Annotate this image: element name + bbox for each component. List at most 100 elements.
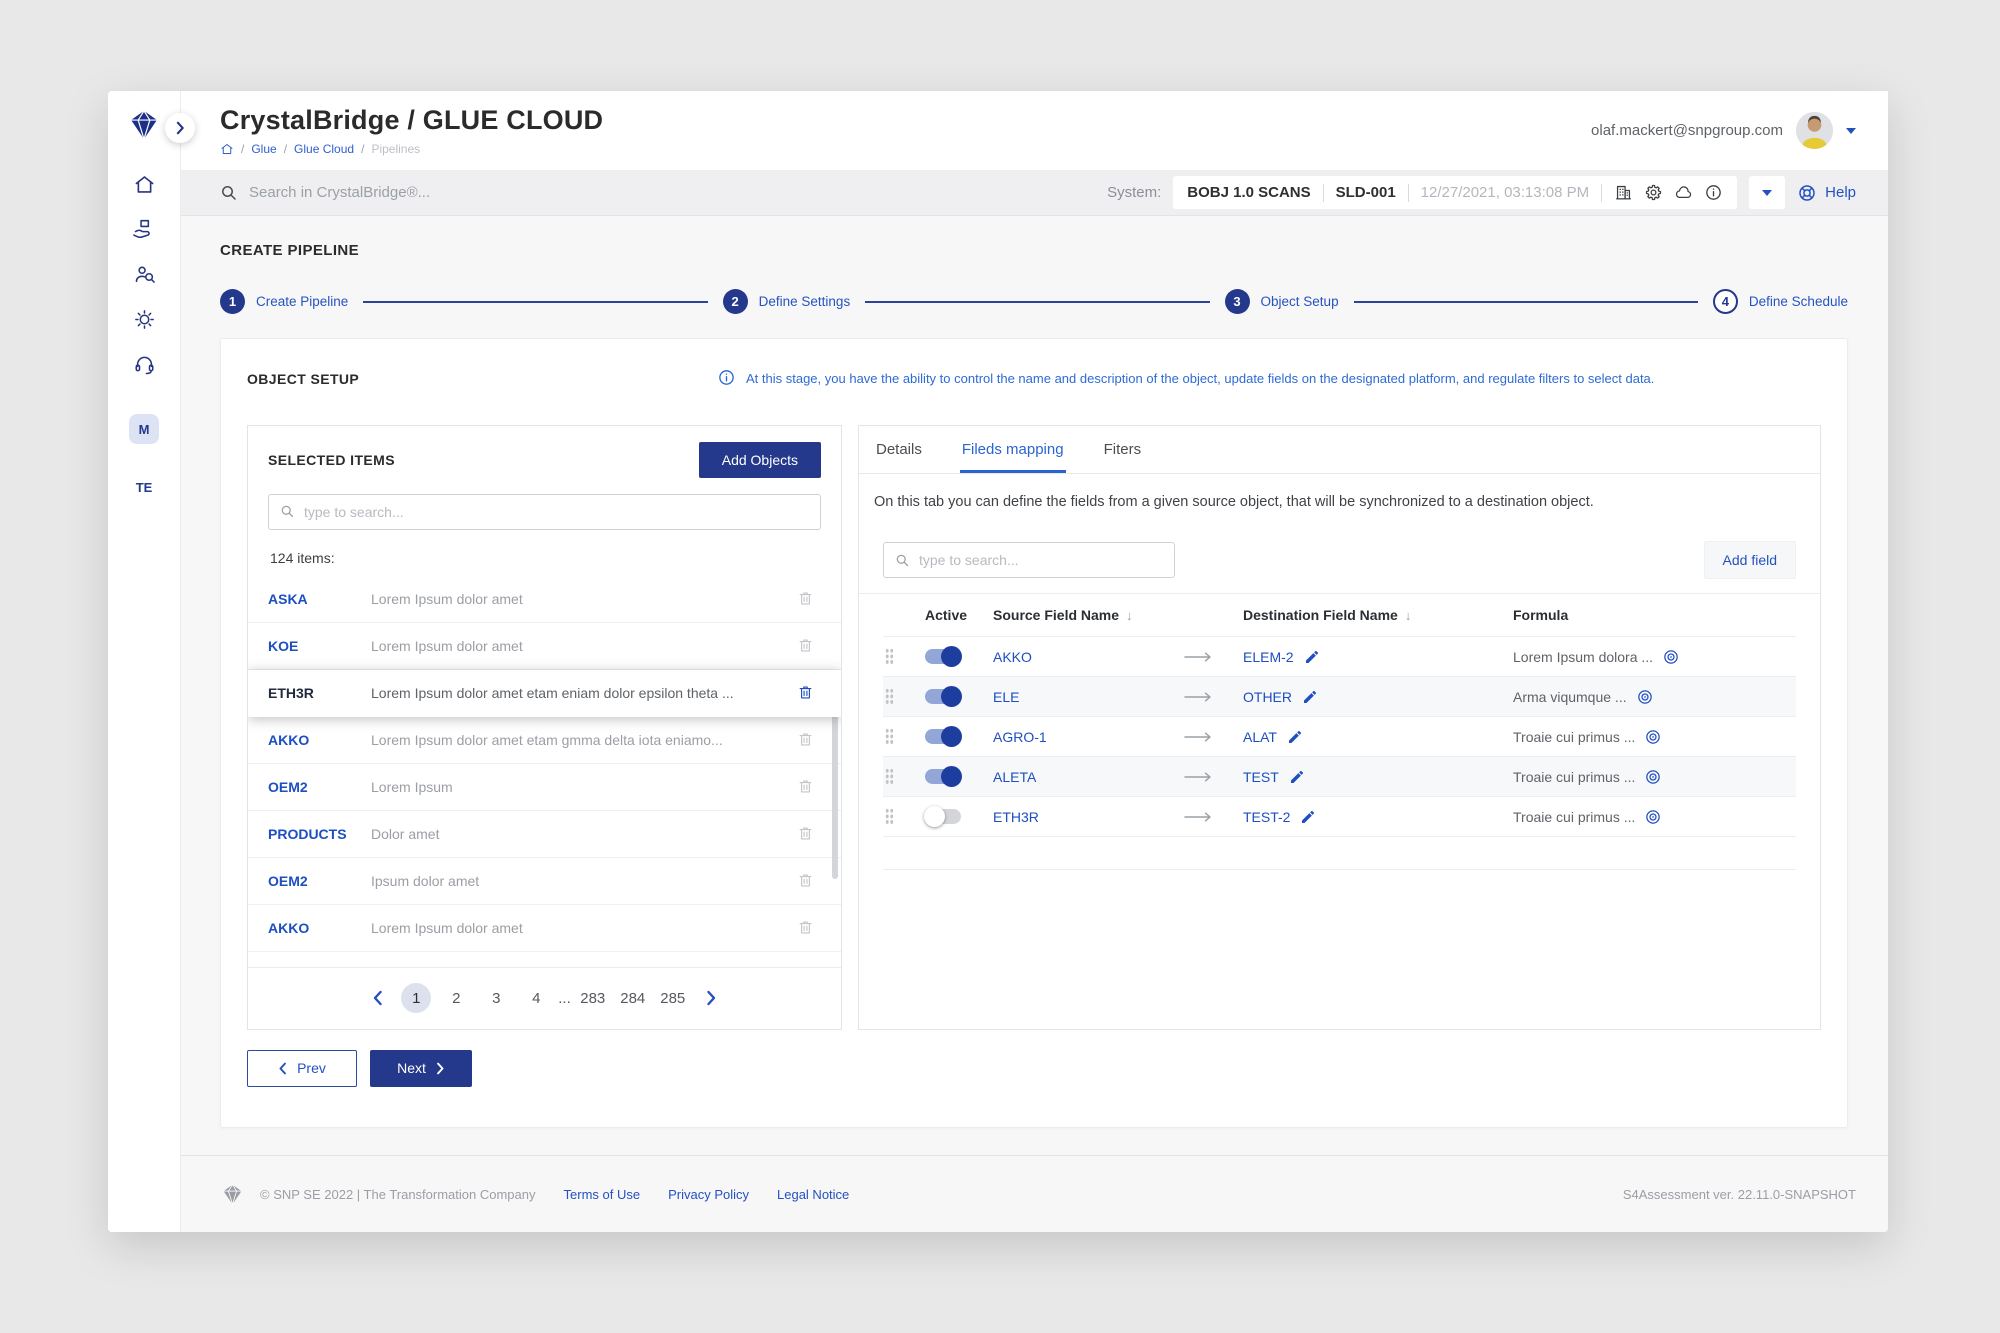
- source-field[interactable]: ETH3R: [993, 809, 1183, 825]
- step-object-setup[interactable]: 3 Object Setup: [1225, 289, 1339, 314]
- source-field[interactable]: AKKO: [993, 649, 1183, 665]
- pagination-prev-icon[interactable]: [359, 990, 396, 1006]
- list-item-selected[interactable]: ETH3R Lorem Ipsum dolor amet etam eniam …: [248, 670, 841, 717]
- list-item[interactable]: OEM2 Lorem Ipsum: [248, 764, 841, 811]
- items-search-input[interactable]: [304, 504, 809, 520]
- prev-button[interactable]: Prev: [247, 1050, 357, 1087]
- gear-sun-icon[interactable]: [133, 308, 156, 331]
- drag-handle-icon[interactable]: [885, 768, 894, 785]
- edit-pencil-icon[interactable]: [1302, 689, 1318, 705]
- breadcrumb-home-icon[interactable]: [220, 142, 234, 156]
- source-field[interactable]: ELE: [993, 689, 1183, 705]
- edit-pencil-icon[interactable]: [1304, 649, 1320, 665]
- edit-pencil-icon[interactable]: [1300, 809, 1316, 825]
- avatar[interactable]: [1796, 112, 1833, 149]
- user-menu[interactable]: olaf.mackert@snpgroup.com: [1591, 112, 1856, 149]
- edit-pencil-icon[interactable]: [1289, 769, 1305, 785]
- tab-details[interactable]: Details: [874, 426, 924, 473]
- active-toggle[interactable]: [925, 649, 961, 664]
- drag-handle-icon[interactable]: [885, 728, 894, 745]
- source-field[interactable]: AGRO-1: [993, 729, 1183, 745]
- drag-handle-icon[interactable]: [885, 648, 894, 665]
- breadcrumb-glue[interactable]: Glue: [251, 142, 276, 156]
- trash-icon[interactable]: [797, 777, 814, 796]
- drag-handle-icon[interactable]: [885, 808, 894, 825]
- list-item[interactable]: KOE Lorem Ipsum dolor amet: [248, 623, 841, 670]
- sidebar-item-te[interactable]: TE: [136, 480, 153, 495]
- hand-box-icon[interactable]: [133, 218, 156, 241]
- eye-icon[interactable]: [1644, 808, 1662, 826]
- fields-search-input[interactable]: [919, 552, 1163, 568]
- destination-name[interactable]: OTHER: [1243, 689, 1292, 705]
- list-item[interactable]: PRODUCTS Dolor amet: [248, 811, 841, 858]
- destination-name[interactable]: TEST-2: [1243, 809, 1290, 825]
- page-number[interactable]: 1: [401, 983, 431, 1013]
- item-description: Ipsum dolor amet: [371, 873, 797, 889]
- active-toggle[interactable]: [925, 689, 961, 704]
- page-number[interactable]: 285: [658, 983, 688, 1013]
- list-item[interactable]: AKKO Lorem Ipsum dolor amet etam gmma de…: [248, 717, 841, 764]
- pagination-next-icon[interactable]: [693, 990, 730, 1006]
- tab-filters[interactable]: Fiters: [1102, 426, 1144, 473]
- sidebar-expand-button[interactable]: [165, 113, 195, 143]
- eye-icon[interactable]: [1644, 728, 1662, 746]
- active-toggle[interactable]: [925, 769, 961, 784]
- page-number[interactable]: 284: [618, 983, 648, 1013]
- trash-icon[interactable]: [797, 730, 814, 749]
- info-icon[interactable]: [1704, 183, 1723, 202]
- sort-desc-icon[interactable]: ↓: [1405, 608, 1412, 623]
- home-icon[interactable]: [133, 173, 156, 196]
- source-field[interactable]: ALETA: [993, 769, 1183, 785]
- list-item[interactable]: OEM2 Ipsum dolor amet: [248, 858, 841, 905]
- eye-icon[interactable]: [1644, 768, 1662, 786]
- cloud-icon[interactable]: [1674, 183, 1693, 202]
- eye-icon[interactable]: [1636, 688, 1654, 706]
- building-icon[interactable]: [1614, 183, 1633, 202]
- page-number[interactable]: 4: [521, 983, 551, 1013]
- destination-name[interactable]: ELEM-2: [1243, 649, 1294, 665]
- step-define-settings[interactable]: 2 Define Settings: [723, 289, 851, 314]
- edit-pencil-icon[interactable]: [1287, 729, 1303, 745]
- help-button[interactable]: Help: [1797, 183, 1856, 203]
- sidebar-item-m[interactable]: M: [129, 414, 159, 444]
- trash-icon[interactable]: [797, 683, 814, 702]
- sort-desc-icon[interactable]: ↓: [1126, 608, 1133, 623]
- add-objects-button[interactable]: Add Objects: [699, 442, 821, 478]
- trash-icon[interactable]: [797, 636, 814, 655]
- destination-name[interactable]: ALAT: [1243, 729, 1277, 745]
- active-toggle[interactable]: [925, 729, 961, 744]
- trash-icon[interactable]: [797, 824, 814, 843]
- person-search-icon[interactable]: [133, 263, 156, 286]
- list-item[interactable]: AKKO Lorem Ipsum dolor amet: [248, 905, 841, 952]
- column-source[interactable]: Source Field Name↓: [993, 607, 1183, 623]
- global-search-input[interactable]: [249, 184, 669, 201]
- drag-handle-icon[interactable]: [885, 688, 894, 705]
- page-number[interactable]: 3: [481, 983, 511, 1013]
- destination-name[interactable]: TEST: [1243, 769, 1279, 785]
- active-toggle[interactable]: [925, 809, 961, 824]
- trash-icon[interactable]: [797, 589, 814, 608]
- system-dropdown-button[interactable]: [1749, 176, 1785, 209]
- add-field-button[interactable]: Add field: [1704, 541, 1796, 579]
- page-number[interactable]: 283: [578, 983, 608, 1013]
- list-item[interactable]: ASKA Lorem Ipsum dolor amet: [248, 576, 841, 623]
- column-destination[interactable]: Destination Field Name↓: [1243, 607, 1513, 623]
- trash-icon[interactable]: [797, 918, 814, 937]
- gear-icon[interactable]: [1644, 183, 1663, 202]
- panel-body: SELECTED ITEMS Add Objects 124 items: AS: [247, 425, 1821, 1087]
- privacy-link[interactable]: Privacy Policy: [668, 1187, 749, 1202]
- page-number[interactable]: 2: [441, 983, 471, 1013]
- step-create-pipeline[interactable]: 1 Create Pipeline: [220, 289, 348, 314]
- legal-link[interactable]: Legal Notice: [777, 1187, 849, 1202]
- eye-icon[interactable]: [1662, 648, 1680, 666]
- headset-icon[interactable]: [133, 353, 156, 376]
- system-value[interactable]: BOBJ 1.0 SCANS: [1187, 184, 1310, 201]
- scrollbar-thumb[interactable]: [832, 714, 838, 879]
- trash-icon[interactable]: [797, 871, 814, 890]
- terms-link[interactable]: Terms of Use: [564, 1187, 641, 1202]
- chevron-down-icon[interactable]: [1846, 128, 1856, 134]
- breadcrumb-glue-cloud[interactable]: Glue Cloud: [294, 142, 354, 156]
- next-button[interactable]: Next: [370, 1050, 472, 1087]
- tab-fields-mapping[interactable]: Fileds mapping: [960, 426, 1066, 473]
- step-define-schedule[interactable]: 4 Define Schedule: [1713, 289, 1848, 314]
